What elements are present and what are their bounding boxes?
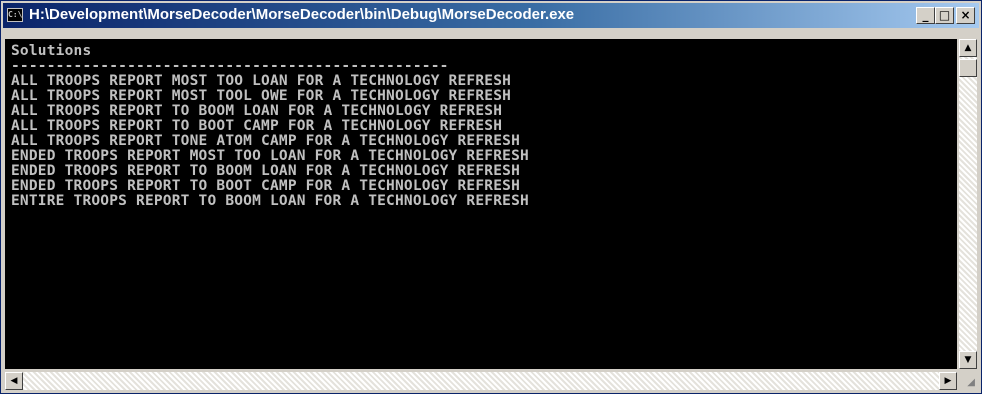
scroll-left-icon[interactable]: ◀ [5, 372, 23, 390]
minimize-button[interactable]: _ [916, 7, 935, 24]
scroll-thumb[interactable] [959, 59, 977, 77]
console-line: ENDED TROOPS REPORT TO BOOM LOAN FOR A T… [11, 163, 520, 179]
maximize-button[interactable]: □ [935, 7, 954, 24]
console-line: ALL TROOPS REPORT TONE ATOM CAMP FOR A T… [11, 133, 520, 149]
console-line: ENDED TROOPS REPORT TO BOOT CAMP FOR A T… [11, 178, 520, 194]
vertical-scrollbar[interactable]: ▲ ▼ [959, 39, 977, 369]
title-bar[interactable]: C:\ H:\Development\MorseDecoder\MorseDec… [3, 3, 979, 28]
console-line: ENDED TROOPS REPORT MOST TOO LOAN FOR A … [11, 148, 529, 164]
resize-grip[interactable]: ◢ [959, 372, 977, 390]
console-output[interactable]: Solutions ------------------------------… [5, 39, 957, 369]
console-line: Solutions [11, 43, 92, 59]
console-icon[interactable]: C:\ [7, 8, 23, 22]
scroll-right-icon[interactable]: ▶ [939, 372, 957, 390]
console-line: ALL TROOPS REPORT TO BOOM LOAN FOR A TEC… [11, 103, 503, 119]
window-title: H:\Development\MorseDecoder\MorseDecoder… [29, 6, 575, 23]
console-line: ALL TROOPS REPORT MOST TOOL OWE FOR A TE… [11, 88, 512, 104]
console-line: ENTIRE TROOPS REPORT TO BOOM LOAN FOR A … [11, 193, 529, 209]
resize-grip-icon: ◢ [967, 377, 975, 388]
console-line: ALL TROOPS REPORT MOST TOO LOAN FOR A TE… [11, 73, 512, 89]
console-window: C:\ H:\Development\MorseDecoder\MorseDec… [0, 0, 982, 394]
console-line: ALL TROOPS REPORT TO BOOT CAMP FOR A TEC… [11, 118, 503, 134]
scroll-down-icon[interactable]: ▼ [959, 351, 977, 369]
console-line: ----------------------------------------… [11, 58, 449, 74]
scroll-up-icon[interactable]: ▲ [959, 39, 977, 57]
horizontal-scrollbar[interactable]: ◀ ▶ [5, 372, 957, 390]
close-button[interactable]: × [956, 7, 975, 24]
